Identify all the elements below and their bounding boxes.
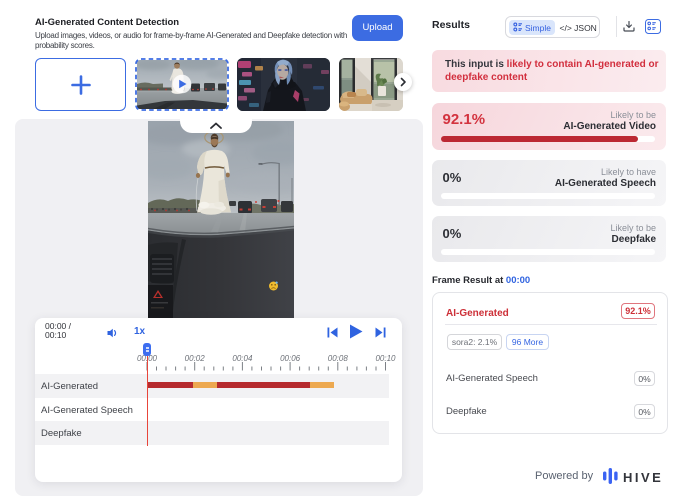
- svg-text:00:10: 00:10: [375, 354, 396, 363]
- svg-text:00:02: 00:02: [185, 354, 206, 363]
- svg-text:00:04: 00:04: [232, 354, 253, 363]
- svg-text:00:06: 00:06: [280, 354, 301, 363]
- svg-text:00:08: 00:08: [328, 354, 349, 363]
